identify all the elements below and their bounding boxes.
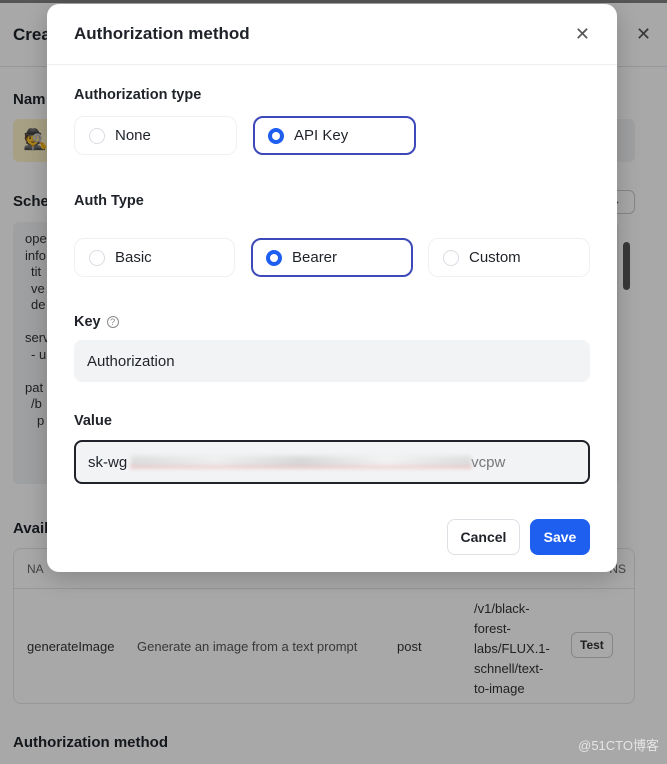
radio-selected-icon xyxy=(268,127,284,144)
close-icon[interactable]: ✕ xyxy=(575,24,590,45)
radio-circle-icon xyxy=(443,249,459,266)
radio-bearer[interactable]: Bearer xyxy=(251,238,413,277)
authorization-method-dialog: Authorization method ✕ Authorization typ… xyxy=(47,4,617,572)
cancel-button[interactable]: Cancel xyxy=(447,519,520,555)
radio-label: None xyxy=(115,127,151,144)
redacted-value xyxy=(131,456,472,468)
value-text: sk-wg xyxy=(88,453,128,471)
authorization-type-label: Authorization type xyxy=(74,87,202,103)
radio-circle-icon xyxy=(89,127,105,144)
radio-custom[interactable]: Custom xyxy=(428,238,590,277)
radio-label: Custom xyxy=(469,249,521,266)
radio-label: Bearer xyxy=(292,249,338,266)
value-input[interactable]: sk-wg vcpw xyxy=(74,440,590,484)
radio-api-key[interactable]: API Key xyxy=(253,116,416,155)
radio-label: Basic xyxy=(115,249,152,266)
auth-type-label: Auth Type xyxy=(74,193,144,209)
key-value: Authorization xyxy=(87,352,175,370)
value-label: Value xyxy=(74,413,112,429)
radio-circle-icon xyxy=(89,249,105,266)
save-button[interactable]: Save xyxy=(530,519,590,555)
radio-label: API Key xyxy=(294,127,349,144)
top-border xyxy=(0,0,667,3)
help-icon[interactable]: ? xyxy=(106,316,119,328)
key-input[interactable]: Authorization xyxy=(74,340,590,382)
value-tail: vcpw xyxy=(471,453,506,471)
key-label: Key xyxy=(74,314,101,330)
watermark: @51CTO博客 xyxy=(578,738,659,753)
radio-basic[interactable]: Basic xyxy=(74,238,235,277)
radio-none[interactable]: None xyxy=(74,116,237,155)
dialog-header: Authorization method ✕ xyxy=(47,4,617,65)
key-label-row: Key ? xyxy=(74,314,119,330)
radio-selected-icon xyxy=(266,249,282,266)
dialog-title: Authorization method xyxy=(74,24,250,43)
